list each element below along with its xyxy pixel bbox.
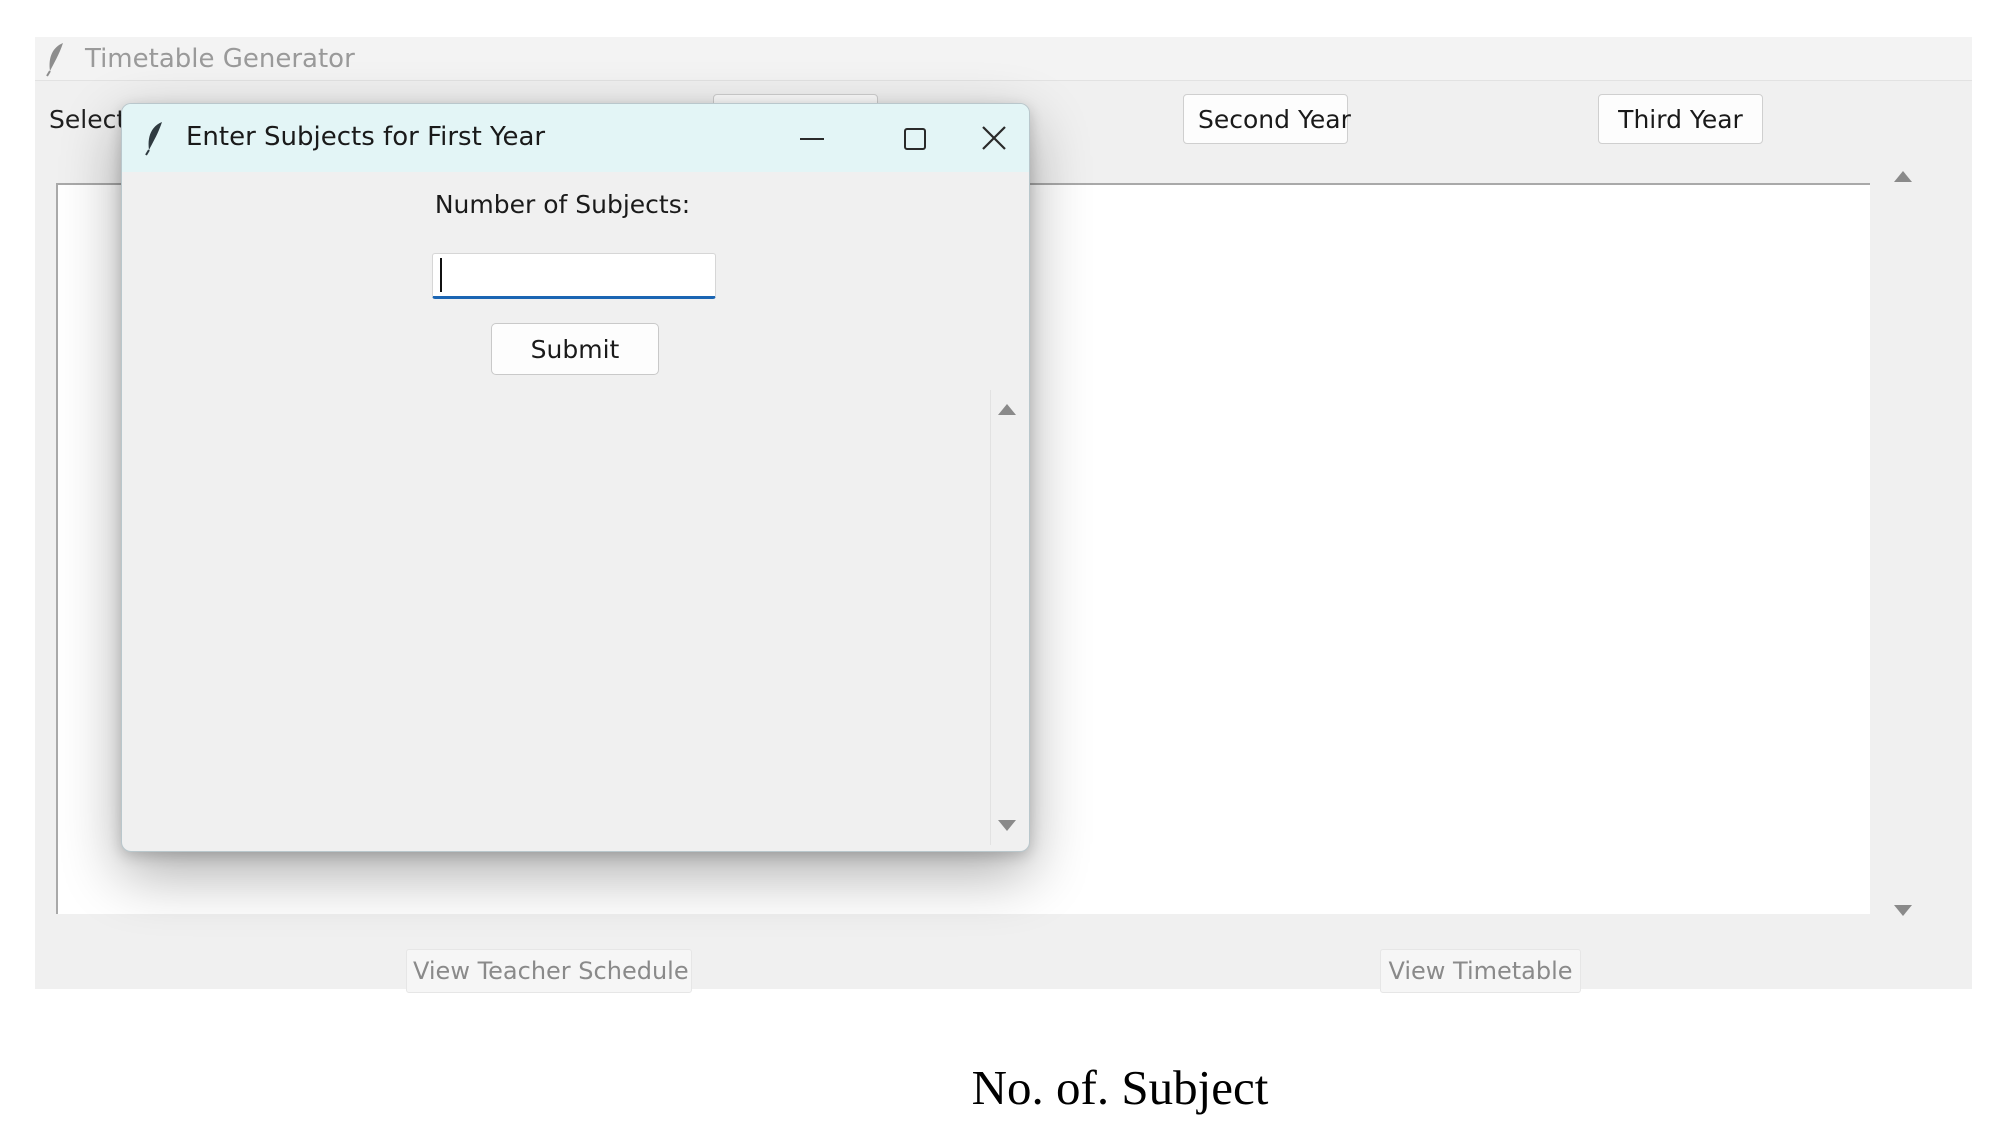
main-window-title: Timetable Generator [85,44,355,74]
maximize-button[interactable] [868,104,968,172]
select-year-label: Select [49,105,127,134]
text-caret [440,258,442,292]
scroll-up-arrow-icon[interactable] [1894,171,1912,182]
enter-subjects-dialog: Enter Subjects for First Year Number of … [121,103,1030,852]
main-scrollbar[interactable] [1889,159,1917,929]
feather-icon [46,43,63,77]
view-teacher-schedule-button[interactable]: View Teacher Schedule [406,949,692,993]
scroll-down-arrow-icon[interactable] [1894,905,1912,916]
maximize-icon [904,128,926,150]
feather-icon [145,122,162,156]
close-button[interactable] [974,104,1029,172]
number-of-subjects-input[interactable] [432,253,716,299]
close-icon [982,126,1006,150]
third-year-button[interactable]: Third Year [1598,94,1763,144]
scroll-down-arrow-icon[interactable] [998,820,1016,831]
number-of-subjects-label: Number of Subjects: [434,190,691,219]
main-titlebar: Timetable Generator [35,37,1972,81]
dialog-title: Enter Subjects for First Year [186,122,546,152]
dialog-scrollbar[interactable] [990,390,1022,845]
minimize-button[interactable] [762,104,862,172]
scroll-up-arrow-icon[interactable] [998,404,1016,415]
minimize-icon [800,138,824,140]
submit-button[interactable]: Submit [491,323,659,375]
second-year-button[interactable]: Second Year [1183,94,1351,144]
view-timetable-button[interactable]: View Timetable [1380,949,1581,993]
figure-caption: No. of. Subject [971,1060,1269,1115]
dialog-titlebar[interactable]: Enter Subjects for First Year [122,104,1029,172]
